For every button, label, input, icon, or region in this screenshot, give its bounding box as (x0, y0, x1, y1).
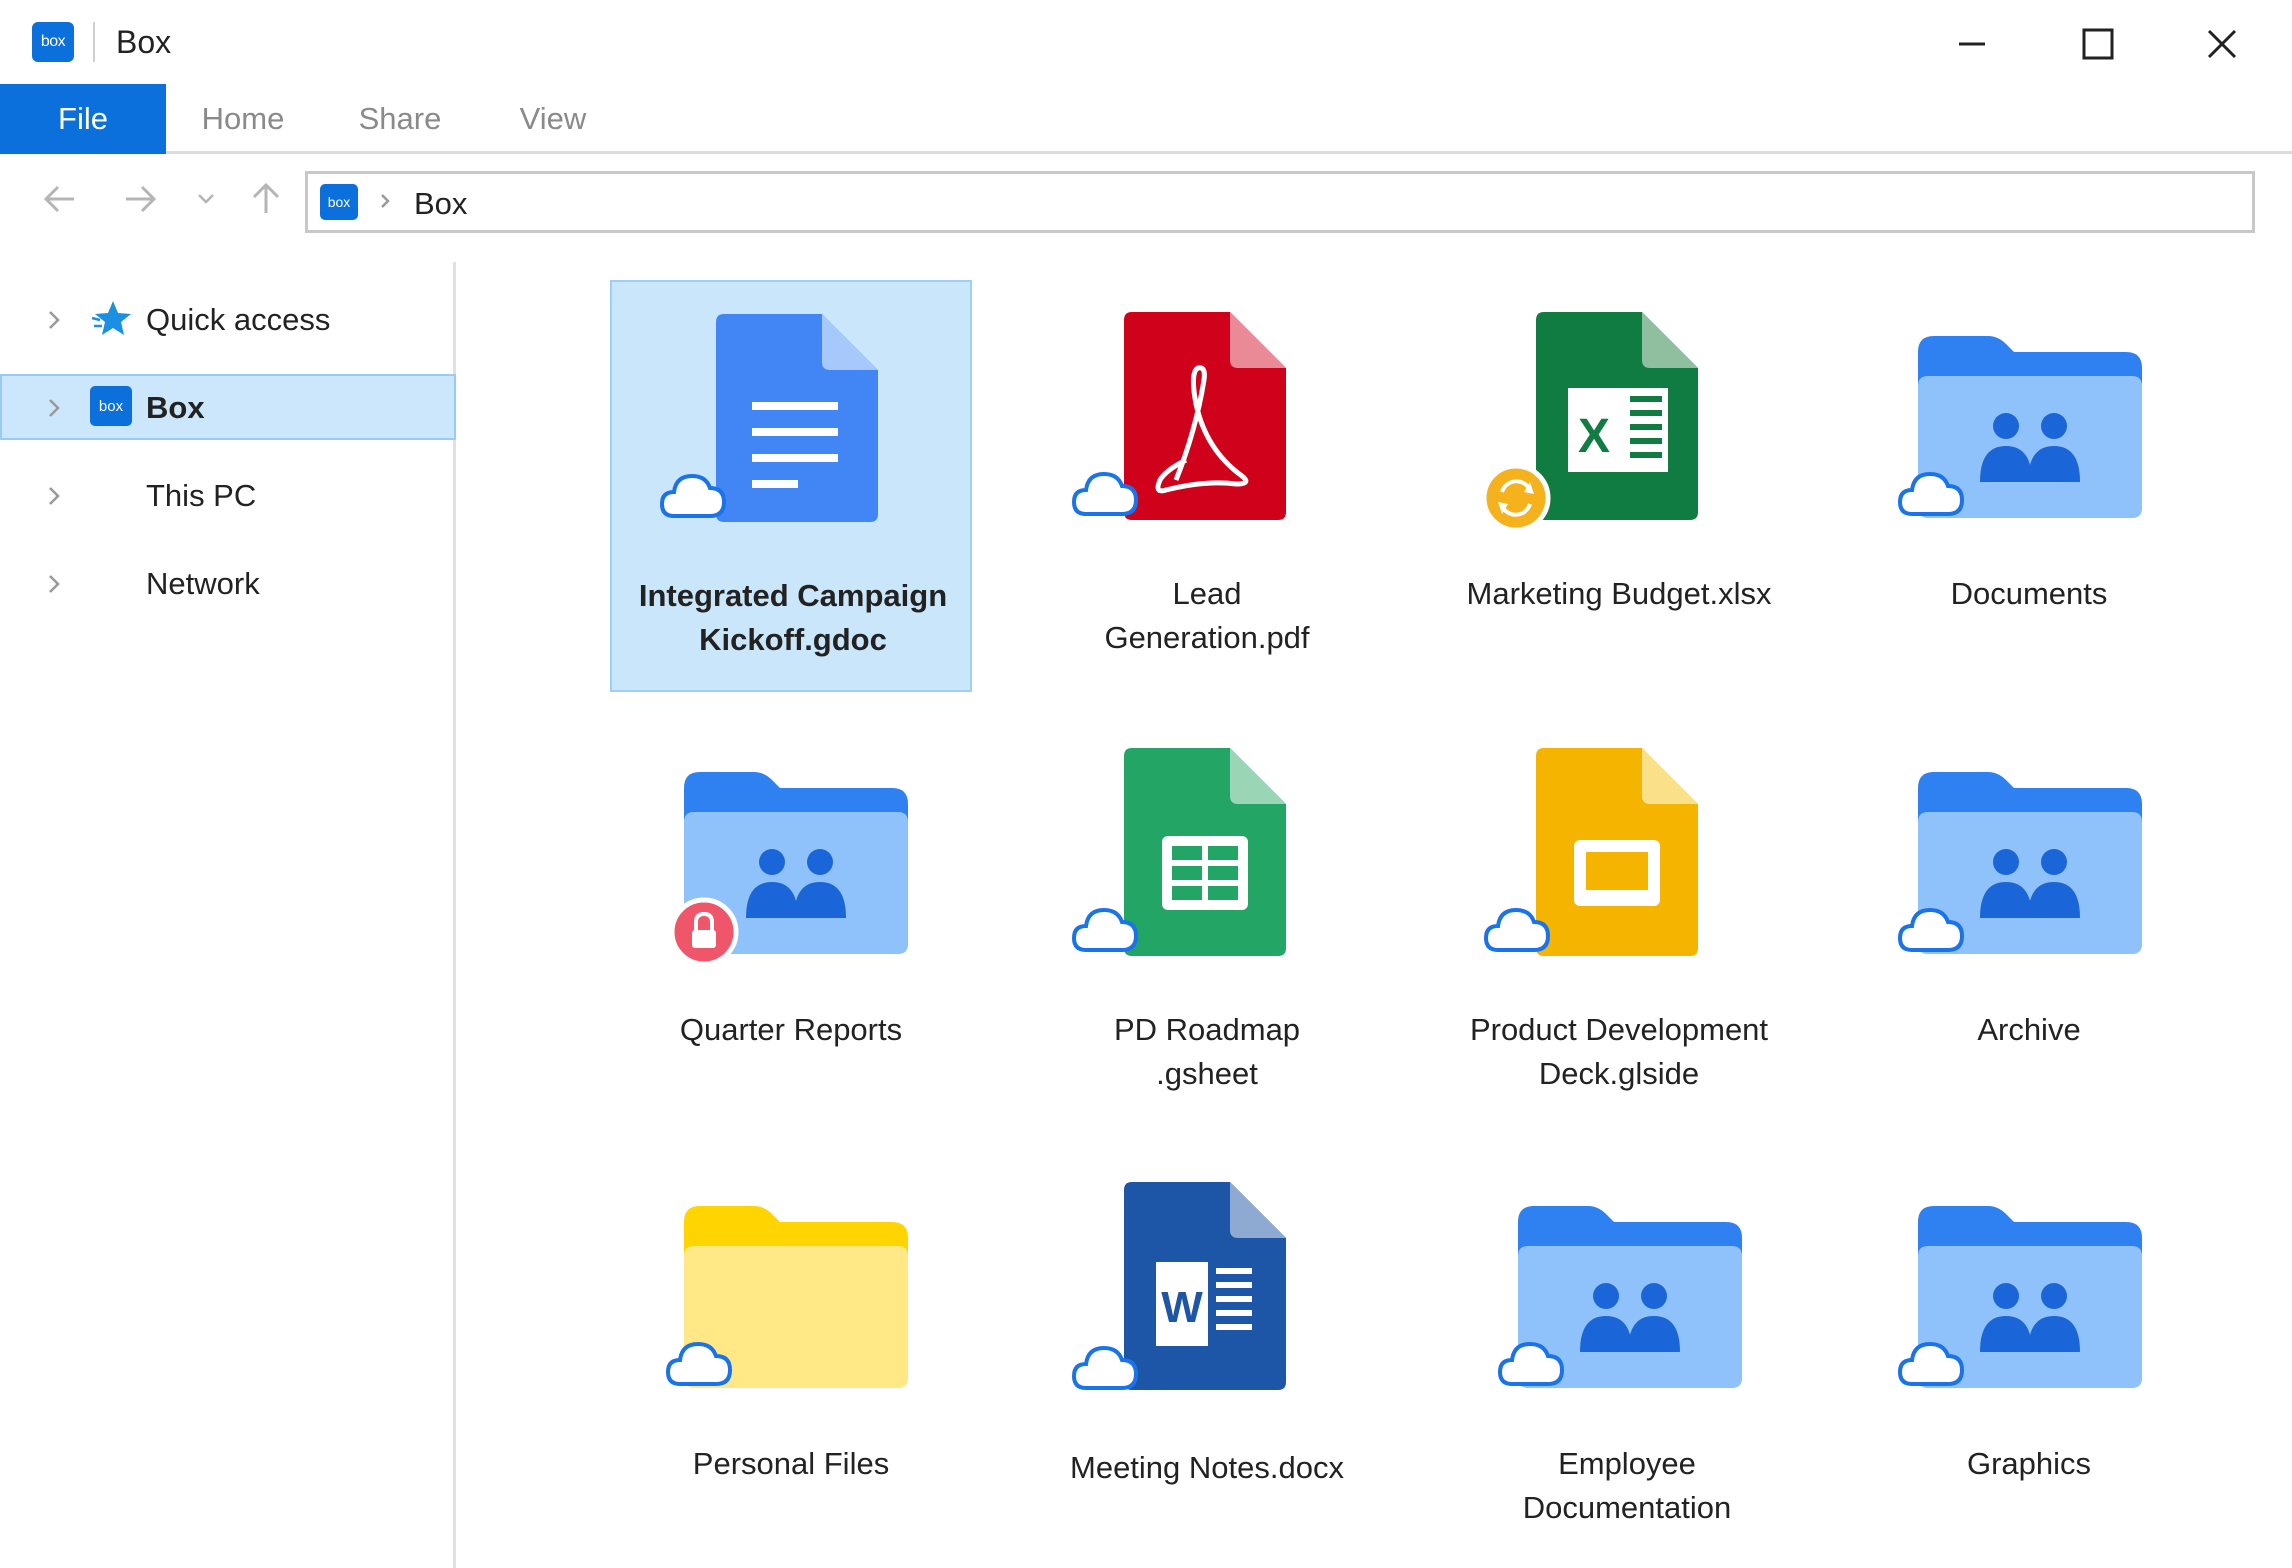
file-name: Integrated Campaign Kickoff.gdoc (638, 578, 948, 657)
navigation-row: box Box (0, 157, 2292, 241)
up-arrow-icon (252, 182, 280, 213)
address-bar[interactable]: box Box (305, 171, 2255, 233)
file-tile-meeting-notes[interactable]: W Meeting Notes.docx (1026, 1150, 1388, 1562)
file-name: Graphics (1966, 1446, 2092, 1481)
star-icon (91, 301, 131, 335)
sidebar-item-network[interactable]: Network (0, 550, 456, 616)
word-icon: W (1071, 1182, 1286, 1390)
tab-home[interactable]: Home (180, 84, 306, 154)
sidebar-item-label: Quick access (146, 302, 331, 337)
file-name: Documents (1950, 576, 2108, 611)
file-tile-integrated-campaign[interactable]: Integrated Campaign Kickoff.gdoc (610, 280, 972, 692)
file-tile-graphics[interactable]: Graphics (1848, 1150, 2210, 1562)
address-logo-text: box (327, 194, 351, 210)
file-name: Lead Generation.pdf (1104, 576, 1310, 655)
file-tile-pd-roadmap[interactable]: PD Roadmap .gsheet (1026, 716, 1388, 1128)
chevron-right-icon[interactable] (44, 570, 64, 598)
navigation-pane: Quick access box Box This PC Network (0, 262, 456, 1568)
chevron-down-icon (198, 194, 214, 204)
file-name: Quarter Reports (679, 1012, 903, 1047)
tab-share[interactable]: Share (340, 84, 460, 154)
box-app-logo-icon: box (32, 22, 74, 62)
shared-folder-icon (1897, 336, 2142, 518)
forward-button[interactable] (118, 177, 162, 221)
maximize-button[interactable] (2068, 20, 2128, 68)
up-button[interactable] (244, 177, 288, 221)
minimize-button[interactable] (1942, 20, 2002, 68)
file-tile-personal-files[interactable]: Personal Files (610, 1150, 972, 1562)
title-bar: box Box (0, 0, 2292, 84)
lock-icon (669, 897, 739, 967)
forward-arrow-icon (126, 185, 157, 213)
shared-folder-icon (1497, 1206, 1742, 1388)
close-icon (2207, 29, 2237, 59)
svg-text:X: X (1578, 410, 1610, 463)
sidebar-item-label: Network (146, 566, 260, 601)
chevron-right-icon[interactable] (44, 394, 64, 422)
sidebar-item-label: This PC (146, 478, 257, 513)
file-name: Meeting Notes.docx (1070, 1450, 1344, 1485)
cloud-icon (659, 473, 727, 518)
maximize-icon (2082, 28, 2114, 60)
box-logo-icon: box (320, 184, 358, 220)
shared-folder-icon (1897, 1206, 2142, 1388)
back-button[interactable] (38, 177, 82, 221)
sidebar-item-box[interactable]: box Box (0, 374, 456, 440)
box-logo-text: box (98, 397, 124, 415)
file-name: Personal Files (692, 1446, 890, 1481)
file-name: Marketing Budget.xlsx (1466, 576, 1772, 611)
tab-view[interactable]: View (500, 84, 606, 154)
chevron-right-icon[interactable] (44, 482, 64, 510)
file-tile-quarter-reports[interactable]: Quarter Reports (610, 716, 972, 1128)
app-logo-text: box (40, 33, 66, 50)
google-slides-icon (1483, 748, 1698, 956)
box-logo-icon: box (90, 386, 132, 426)
tab-file[interactable]: File (0, 84, 166, 154)
minimize-icon (1959, 42, 1985, 46)
file-name: Archive (1977, 1012, 2081, 1047)
file-name: PD Roadmap .gsheet (1113, 1012, 1301, 1091)
file-tile-archive[interactable]: Archive (1848, 716, 2210, 1128)
recent-locations-button[interactable] (186, 177, 226, 221)
file-name: Employee Documentation (1522, 1446, 1732, 1525)
file-tile-documents[interactable]: Documents (1848, 280, 2210, 692)
close-button[interactable] (2192, 20, 2252, 68)
back-arrow-icon (43, 185, 74, 213)
sidebar-item-this-pc[interactable]: This PC (0, 462, 456, 528)
breadcrumb-chevron-icon (381, 194, 390, 208)
file-tile-employee-documentation[interactable]: Employee Documentation (1446, 1150, 1808, 1562)
google-sheet-icon (1071, 748, 1286, 956)
sidebar-item-label: Box (146, 390, 205, 425)
excel-icon: X (1481, 312, 1698, 533)
svg-text:W: W (1161, 1283, 1203, 1332)
sync-icon (1481, 463, 1551, 533)
file-name: Product Development Deck.glside (1469, 1012, 1769, 1091)
shared-folder-icon (669, 772, 908, 967)
file-tile-lead-generation[interactable]: Lead Generation.pdf (1026, 280, 1388, 692)
pdf-icon (1071, 312, 1286, 520)
shared-folder-icon (1897, 772, 2142, 954)
chevron-right-icon[interactable] (44, 306, 64, 334)
folder-icon (665, 1206, 908, 1388)
window-title: Box (116, 24, 172, 60)
title-separator (93, 22, 95, 62)
sidebar-item-quick-access[interactable]: Quick access (0, 286, 456, 352)
breadcrumb-box[interactable]: Box (414, 186, 467, 222)
file-tile-product-development-deck[interactable]: Product Development Deck.glside (1438, 716, 1800, 1128)
ribbon-tabs: File Home Share View (0, 84, 2292, 154)
file-tile-marketing-budget[interactable]: X Marketing Budget.xlsx (1438, 280, 1800, 692)
google-doc-icon (659, 314, 878, 522)
